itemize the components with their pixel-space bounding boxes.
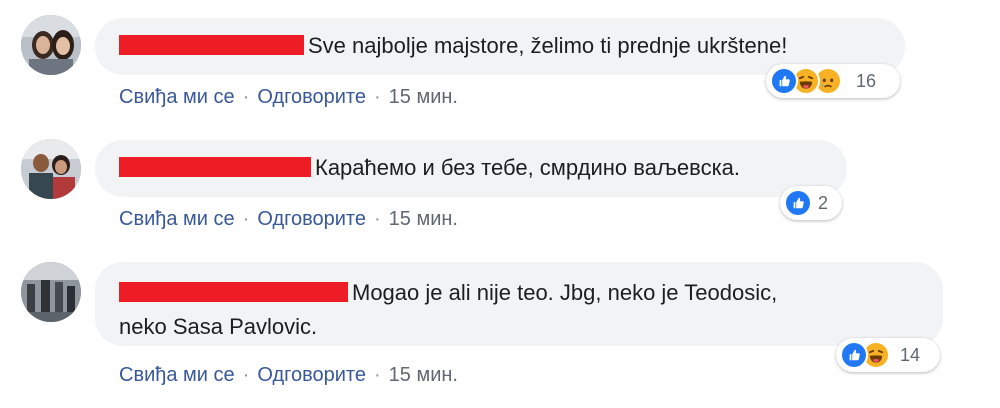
timestamp[interactable]: 15 мин. <box>389 364 458 386</box>
comment-bubble: Караћемо и без тебе, смрдино ваљевска. <box>95 140 847 197</box>
like-icon <box>784 189 812 217</box>
timestamp[interactable]: 15 мин. <box>389 86 458 108</box>
reaction-count: 16 <box>856 70 877 91</box>
timestamp[interactable]: 15 мин. <box>389 208 458 230</box>
comment-bubble: Mogao je ali nije teo. Jbg, neko je Teod… <box>95 262 943 346</box>
comment-text: Караћемо и без тебе, смрдино ваљевска. <box>315 155 741 180</box>
like-link[interactable]: Свиђа ми се <box>119 86 235 108</box>
reply-link[interactable]: Одговорите <box>257 208 366 230</box>
separator: · <box>373 208 381 230</box>
comment-text-line-1: Mogao je ali nije teo. Jbg, neko je Teod… <box>352 280 778 305</box>
like-link[interactable]: Свиђа ми се <box>119 364 235 386</box>
redacted-author-name <box>119 282 348 302</box>
avatar[interactable] <box>21 262 81 322</box>
avatar[interactable] <box>21 15 81 75</box>
separator: · <box>373 364 381 386</box>
comment-actions: Свиђа ми се · Одговорите · 15 мин. <box>119 86 458 109</box>
reactions-summary[interactable]: 14 <box>836 338 940 372</box>
comment-actions: Свиђа ми се · Одговорите · 15 мин. <box>119 208 458 231</box>
separator: · <box>242 86 250 108</box>
reply-link[interactable]: Одговорите <box>257 364 366 386</box>
avatar[interactable] <box>21 139 81 199</box>
separator: · <box>242 364 250 386</box>
comment-text-line-2: neko Sasa Pavlovic. <box>119 314 318 339</box>
like-icon <box>840 341 868 369</box>
like-icon <box>770 67 798 95</box>
reply-link[interactable]: Одговорите <box>257 86 366 108</box>
redacted-author-name <box>119 35 304 55</box>
separator: · <box>373 86 381 108</box>
comment-text: Sve najbolje majstore, želimo ti prednje… <box>308 33 788 58</box>
comment-actions: Свиђа ми се · Одговорите · 15 мин. <box>119 364 458 387</box>
reactions-summary[interactable]: 16 <box>766 64 900 98</box>
reactions-summary[interactable]: 2 <box>780 186 842 220</box>
reaction-count: 2 <box>818 192 829 213</box>
reaction-count: 14 <box>900 344 921 365</box>
like-link[interactable]: Свиђа ми се <box>119 208 235 230</box>
redacted-author-name <box>119 157 311 177</box>
separator: · <box>242 208 250 230</box>
